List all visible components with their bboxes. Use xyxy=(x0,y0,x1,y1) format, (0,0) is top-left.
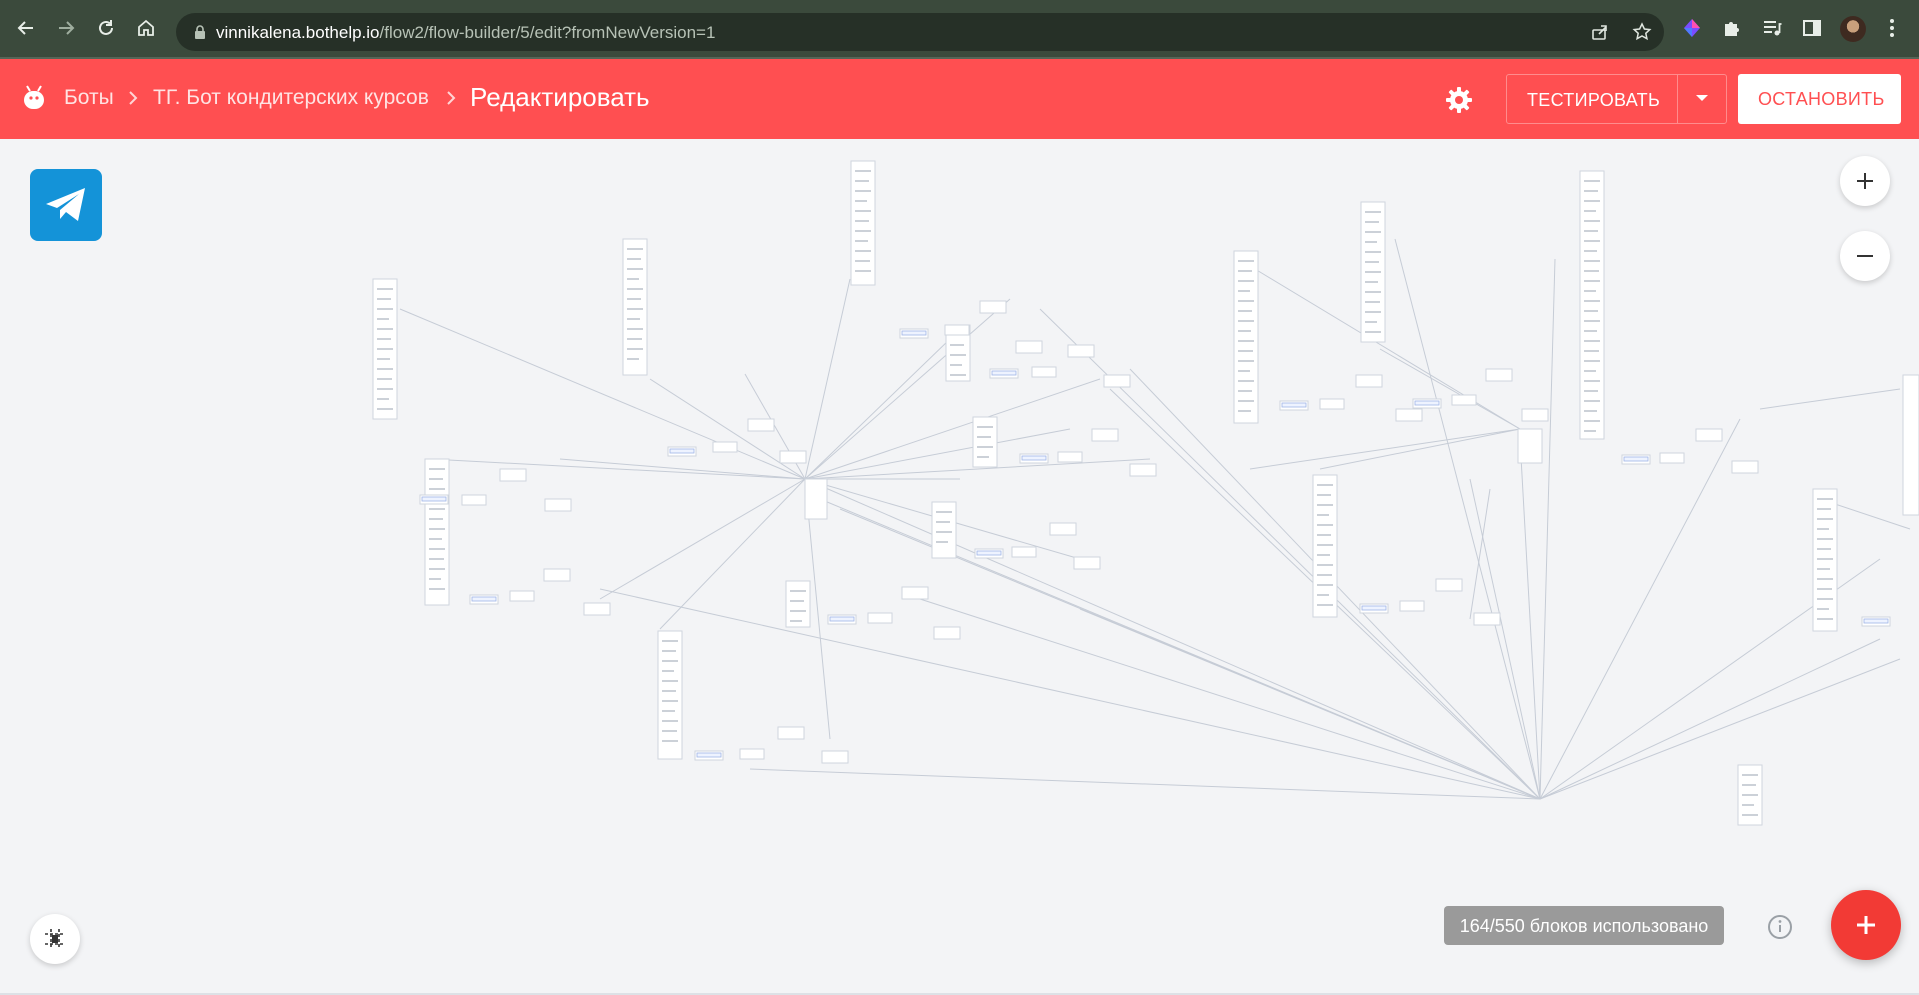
home-button[interactable] xyxy=(134,16,158,40)
url-host: vinnikalena.bothelp.io xyxy=(216,23,380,42)
add-block-button[interactable] xyxy=(1831,890,1901,960)
side-panel-icon[interactable] xyxy=(1800,16,1824,40)
chevron-right-icon xyxy=(447,91,456,105)
test-button[interactable]: ТЕСТИРОВАТЬ xyxy=(1527,90,1660,111)
stop-button[interactable]: ОСТАНОВИТЬ xyxy=(1738,74,1901,124)
bot-logo-icon[interactable] xyxy=(22,83,46,113)
flow-nodes xyxy=(372,160,1919,826)
share-icon[interactable] xyxy=(1590,22,1610,42)
forward-button[interactable] xyxy=(54,16,78,40)
url-path: /flow2/flow-builder/5/edit?fromNewVersio… xyxy=(379,23,716,42)
address-bar[interactable]: vinnikalena.bothelp.io/flow2/flow-builde… xyxy=(176,13,1664,51)
colorful-extension-icon[interactable] xyxy=(1680,16,1704,40)
divider xyxy=(1677,75,1678,123)
back-button[interactable] xyxy=(14,16,38,40)
zoom-in-button[interactable] xyxy=(1840,156,1890,206)
breadcrumb-bot-name[interactable]: ТГ. Бот кондитерских курсов xyxy=(153,86,429,110)
star-icon[interactable] xyxy=(1632,22,1652,42)
puzzle-icon[interactable] xyxy=(1720,16,1744,40)
grid-layout-icon xyxy=(45,929,65,949)
lock-icon xyxy=(195,25,205,39)
flow-canvas[interactable]: 164/550 блоков использовано xyxy=(0,139,1919,995)
media-list-icon[interactable] xyxy=(1760,16,1784,40)
info-icon[interactable] xyxy=(1767,914,1793,940)
page-title: Редактировать xyxy=(470,82,650,112)
blocks-usage-text: 164/550 блоков использовано xyxy=(1459,916,1709,936)
app-header: Боты ТГ. Бот кондитерских курсов Редакти… xyxy=(0,59,1919,139)
flow-diagram xyxy=(372,160,1919,826)
url-text: vinnikalena.bothelp.io/flow2/flow-builde… xyxy=(216,23,715,43)
profile-avatar[interactable] xyxy=(1840,16,1866,42)
minus-icon xyxy=(1857,255,1873,257)
browser-toolbar: vinnikalena.bothelp.io/flow2/flow-builde… xyxy=(0,0,1919,59)
reload-icon xyxy=(99,20,113,35)
telegram-icon xyxy=(46,188,85,221)
kebab-menu-icon[interactable] xyxy=(1880,16,1904,40)
arrow-left-icon xyxy=(17,21,33,35)
stop-button-label: ОСТАНОВИТЬ xyxy=(1758,89,1885,109)
telegram-channel-badge[interactable] xyxy=(30,169,102,241)
zoom-out-button[interactable] xyxy=(1840,231,1890,281)
caret-down-icon[interactable] xyxy=(1695,93,1709,103)
gear-icon[interactable] xyxy=(1444,85,1474,115)
breadcrumb-bots[interactable]: Боты xyxy=(64,86,114,110)
plus-icon xyxy=(1857,916,1875,934)
chevron-right-icon xyxy=(129,91,138,105)
blocks-usage-badge: 164/550 блоков использовано xyxy=(1444,906,1724,945)
plus-icon xyxy=(1857,173,1873,189)
test-button-group: ТЕСТИРОВАТЬ xyxy=(1506,74,1727,124)
arrow-right-icon xyxy=(59,21,75,35)
reload-button[interactable] xyxy=(94,16,118,40)
home-icon xyxy=(138,19,154,36)
auto-layout-button[interactable] xyxy=(30,914,80,964)
